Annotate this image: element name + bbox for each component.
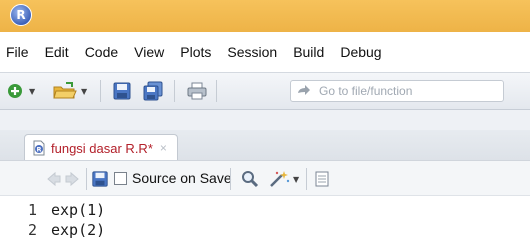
code-line: 2 exp(2) <box>0 220 105 240</box>
pane-gap <box>0 110 530 130</box>
save-all-button[interactable] <box>142 81 164 101</box>
go-to-arrow-icon <box>298 85 310 95</box>
code-text[interactable]: exp(2) <box>51 221 105 239</box>
menu-edit[interactable]: Edit <box>37 44 77 60</box>
toolbar-divider <box>100 80 101 102</box>
toolbar-divider <box>86 168 87 190</box>
source-on-save-control[interactable]: Source on Save <box>114 170 232 186</box>
chevron-down-icon: ▼ <box>293 174 300 184</box>
magic-wand-icon <box>270 171 290 187</box>
save-button[interactable] <box>112 81 132 101</box>
toolbar-divider <box>216 80 217 102</box>
tab-fungsi-dasar[interactable]: R fungsi dasar R.R* × <box>24 134 178 161</box>
magnifier-icon <box>242 171 259 188</box>
chevron-down-icon: ▼ <box>81 86 88 96</box>
main-toolbar: ▼ ▼ <box>0 72 530 110</box>
title-bar: R <box>0 0 530 32</box>
toolbar-divider <box>230 168 231 190</box>
new-file-icon <box>8 84 22 98</box>
toolbar-divider <box>174 80 175 102</box>
menu-plots[interactable]: Plots <box>172 44 219 60</box>
open-folder-icon <box>53 82 77 99</box>
editor-tab-strip: R fungsi dasar R.R* × <box>0 130 530 161</box>
code-editor[interactable]: 1 exp(1) 2 exp(2) <box>0 196 530 250</box>
line-number: 2 <box>27 221 37 239</box>
forward-arrow-icon <box>65 171 79 187</box>
menu-debug[interactable]: Debug <box>332 44 389 60</box>
document-list-icon <box>315 171 329 187</box>
source-on-save-label: Source on Save <box>132 170 232 186</box>
go-to-file-function-input[interactable] <box>317 83 491 99</box>
r-script-file-icon: R <box>33 140 45 156</box>
open-file-button[interactable]: ▼ <box>52 81 87 101</box>
source-on-save-checkbox[interactable] <box>114 171 127 185</box>
go-to-file-function-field[interactable] <box>290 80 504 102</box>
menu-code[interactable]: Code <box>77 44 126 60</box>
code-line: 1 exp(1) <box>0 200 105 220</box>
tab-close-icon[interactable]: × <box>160 141 167 155</box>
forward-button[interactable] <box>64 169 80 189</box>
menu-file[interactable]: File <box>0 44 37 60</box>
chevron-down-icon: ▼ <box>29 86 36 96</box>
back-button[interactable] <box>46 169 62 189</box>
rstudio-logo-icon: R <box>10 4 32 26</box>
menu-view[interactable]: View <box>126 44 172 60</box>
save-icon <box>92 171 108 187</box>
back-arrow-icon <box>47 171 61 187</box>
print-icon <box>187 82 207 100</box>
find-replace-button[interactable] <box>240 169 260 189</box>
editor-save-button[interactable] <box>91 169 109 189</box>
notebook-button[interactable] <box>314 169 330 189</box>
svg-text:R: R <box>36 146 41 154</box>
line-number: 1 <box>27 201 37 219</box>
editor-toolbar: Source on Save ▼ <box>0 160 530 196</box>
menu-build[interactable]: Build <box>285 44 332 60</box>
save-all-icon <box>143 81 163 101</box>
menu-bar: File Edit Code View Plots Session Build … <box>0 32 530 72</box>
print-button[interactable] <box>186 81 208 101</box>
tab-label: fungsi dasar R.R* <box>51 140 153 156</box>
new-file-button[interactable]: ▼ <box>6 81 35 101</box>
code-tools-button[interactable]: ▼ <box>268 169 299 189</box>
toolbar-divider <box>306 168 307 190</box>
menu-session[interactable]: Session <box>219 44 285 60</box>
save-icon <box>113 82 131 100</box>
code-text[interactable]: exp(1) <box>51 201 105 219</box>
